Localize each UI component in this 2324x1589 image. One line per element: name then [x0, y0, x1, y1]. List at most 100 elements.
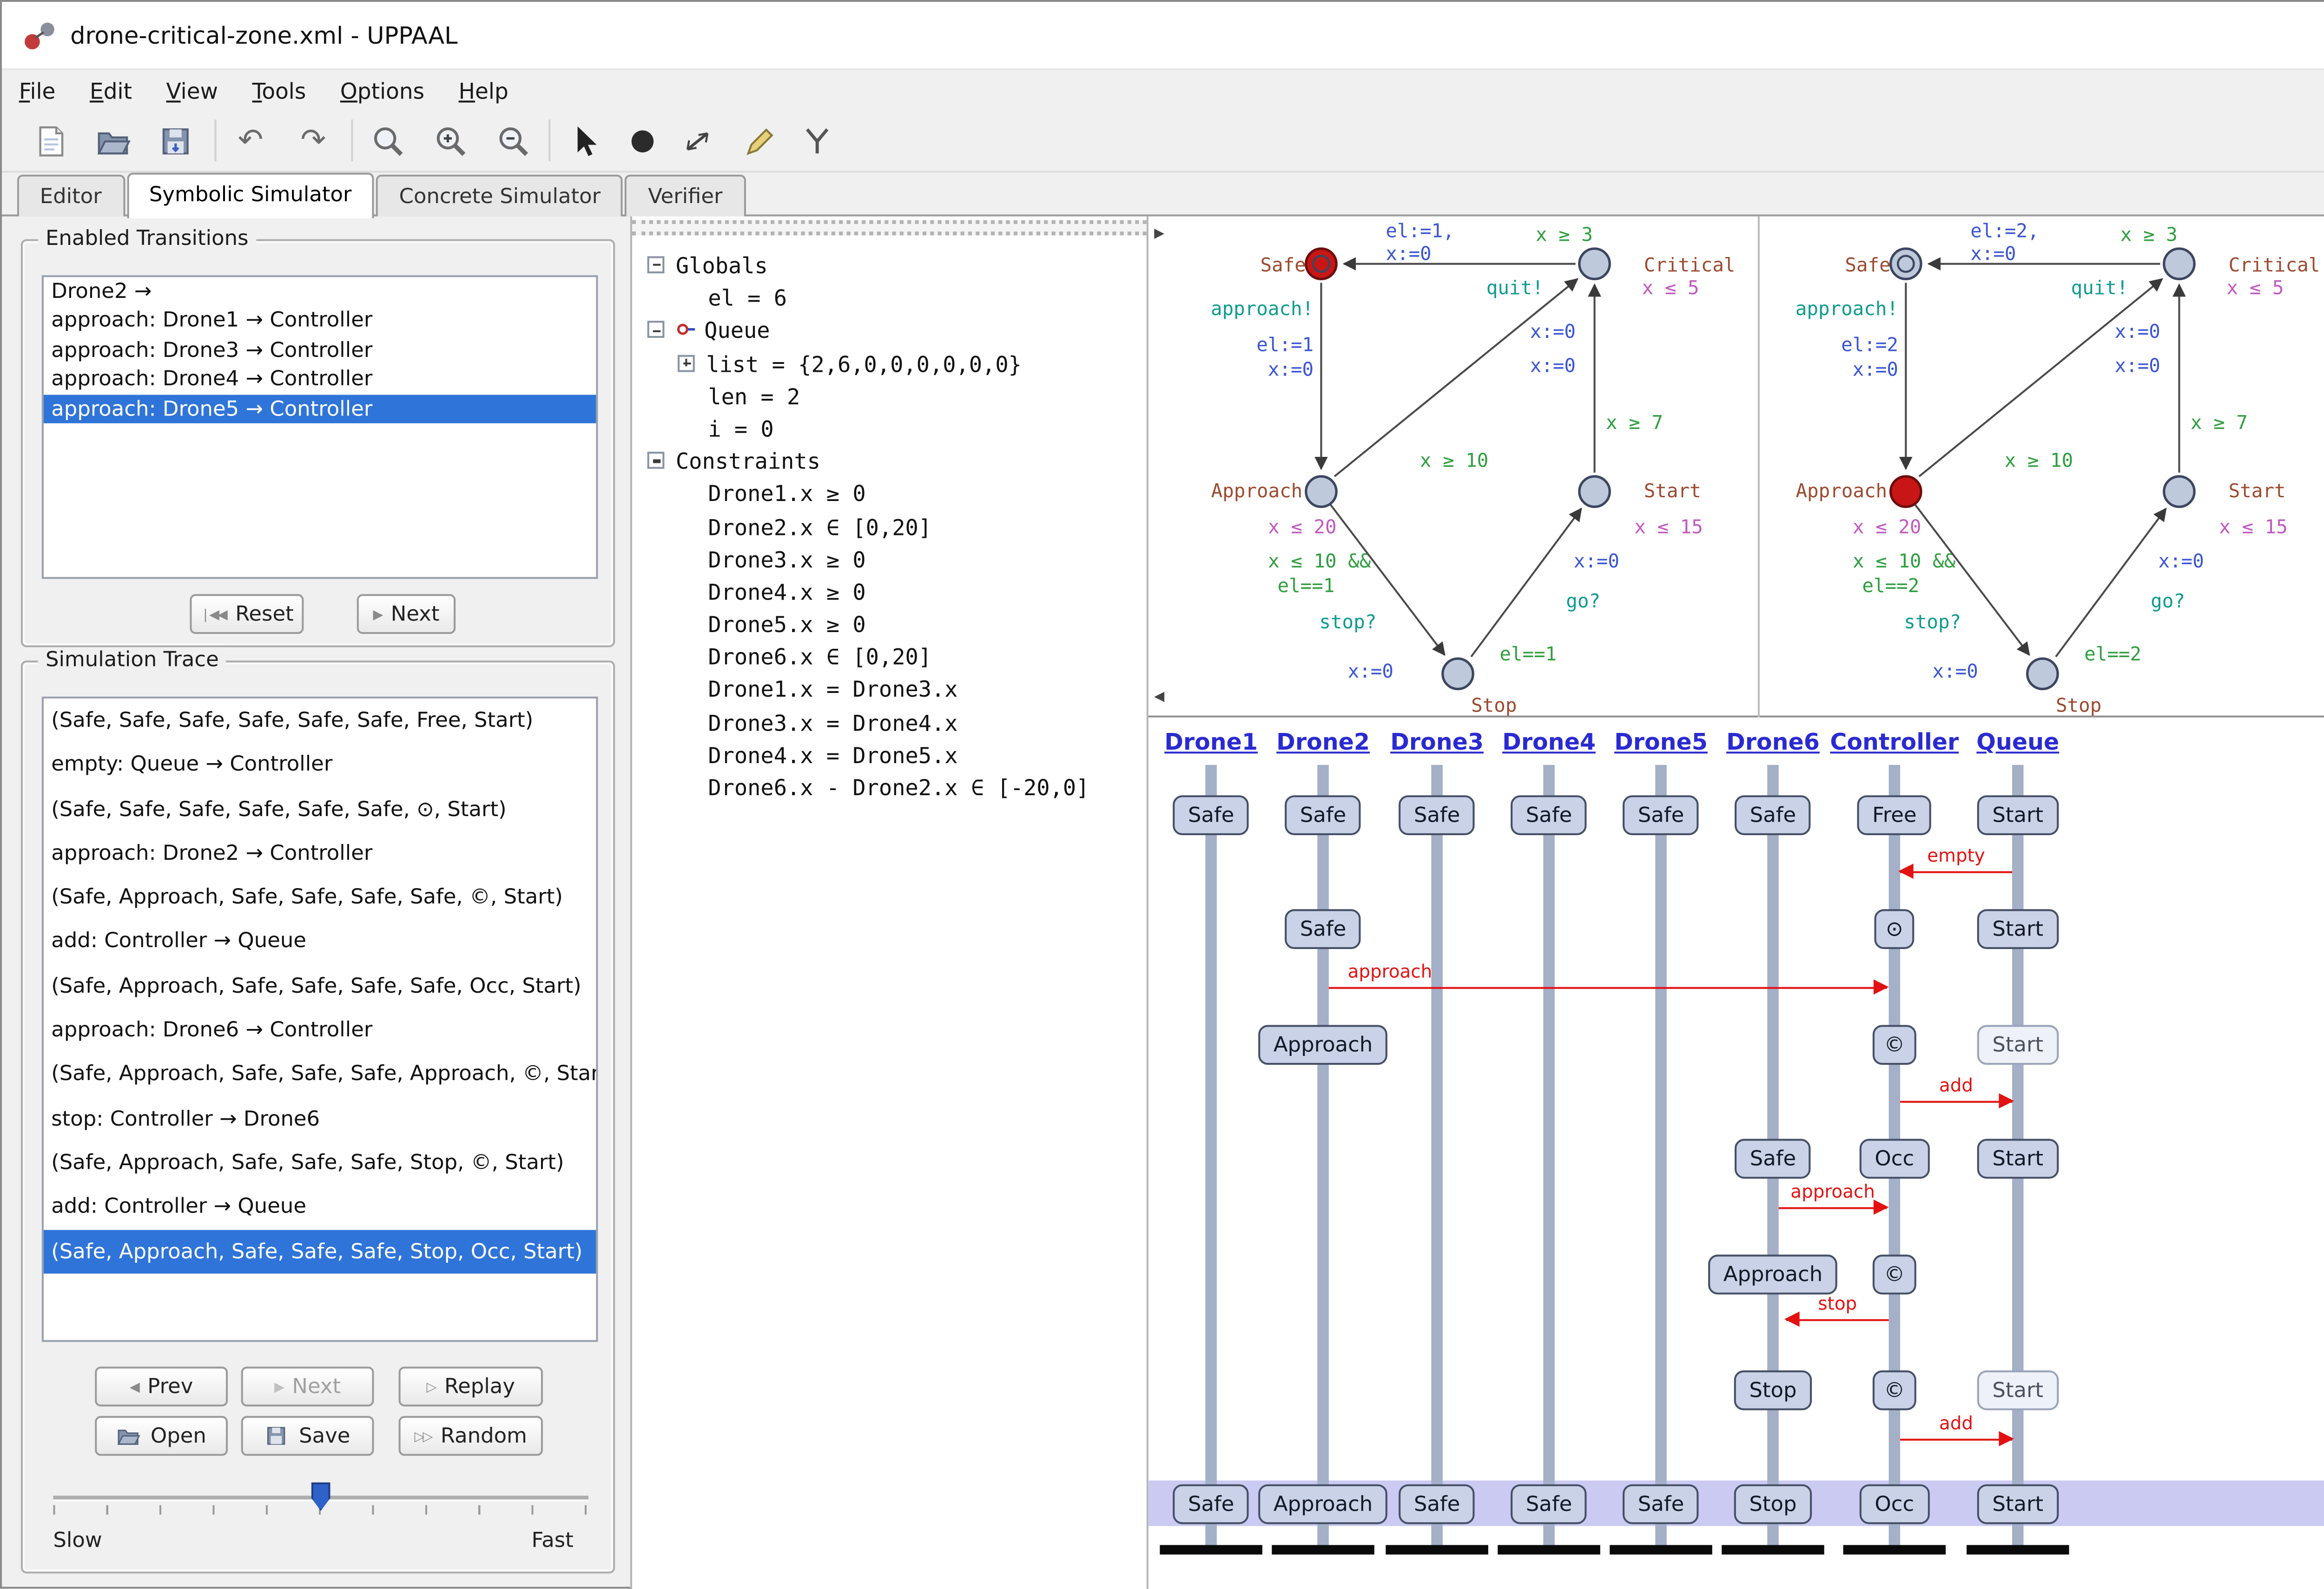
constraint-row[interactable]: Drone3.x ≥ 0	[636, 544, 1142, 577]
menu-tools[interactable]: Tools	[235, 72, 323, 112]
msc-state-box[interactable]: Start	[1977, 909, 2059, 949]
msc-state-box[interactable]: ©	[1873, 1255, 1916, 1295]
msc-state-box[interactable]: Start	[1977, 795, 2059, 836]
msc-state-box[interactable]: ©	[1873, 1025, 1916, 1065]
msc-column-header[interactable]: Drone4	[1502, 729, 1596, 755]
new-file-button[interactable]	[25, 116, 74, 165]
tab-editor[interactable]: Editor	[17, 175, 125, 217]
menu-options[interactable]: Options	[323, 72, 442, 112]
msc-column-header[interactable]: Drone3	[1390, 729, 1484, 755]
trace-item[interactable]: empty: Queue → Controller	[44, 743, 596, 787]
transition-item[interactable]: approach: Drone3 → Controller	[44, 336, 596, 365]
msc-state-box[interactable]: Safe	[1285, 795, 1361, 836]
splitter-collapse-icon[interactable]: ◀	[1154, 691, 1164, 705]
automaton-drone2[interactable]: Safe Critical x ≤ 5 Approach x ≤ 20 Star…	[1758, 217, 2324, 718]
msc-state-box[interactable]: Safe	[1623, 1484, 1699, 1525]
msc-state-box[interactable]: Approach	[1258, 1025, 1388, 1065]
constraint-row[interactable]: Drone4.x = Drone5.x	[636, 740, 1142, 772]
collapse-icon[interactable]	[647, 256, 665, 273]
tree-leaf[interactable]: len = 2	[636, 381, 1142, 414]
trace-item[interactable]: (Safe, Approach, Safe, Safe, Safe, Appro…	[44, 1052, 596, 1096]
splitter-collapse-icon[interactable]: ▶	[1154, 228, 1164, 241]
msc-state-box[interactable]: Occ	[1860, 1139, 1929, 1179]
trace-item[interactable]: add: Controller → Queue	[44, 1185, 596, 1229]
msc-state-box[interactable]: Approach	[1258, 1484, 1388, 1525]
msc-column-header[interactable]: Drone6	[1726, 729, 1820, 755]
tab-symbolic-simulator[interactable]: Symbolic Simulator	[126, 173, 375, 218]
msc-state-box[interactable]: Safe	[1511, 795, 1587, 836]
tree-node-list[interactable]: list = {2,6,0,0,0,0,0,0}	[636, 349, 1142, 381]
next-button[interactable]: ▶Next	[241, 1366, 374, 1406]
constraint-row[interactable]: Drone2.x ∈ [0,20]	[636, 512, 1142, 544]
location-safe[interactable]	[1306, 249, 1336, 279]
enabled-transitions-list[interactable]: Drone2 → approach: Drone1 → Controller a…	[42, 275, 598, 579]
constraint-row[interactable]: Drone3.x = Drone4.x	[636, 707, 1142, 740]
constraint-row[interactable]: Drone1.x ≥ 0	[636, 479, 1142, 511]
location-start[interactable]	[2164, 476, 2194, 507]
msc-column-header[interactable]: Queue	[1976, 729, 2059, 755]
msc-state-box[interactable]: Stop	[1734, 1484, 1812, 1525]
msc-column-header[interactable]: Drone5	[1614, 729, 1708, 755]
trace-item[interactable]: (Safe, Approach, Safe, Safe, Safe, Safe,…	[44, 875, 596, 919]
redo-button[interactable]: ↷	[289, 116, 338, 165]
menu-edit[interactable]: Edit	[73, 72, 149, 112]
zoom-fit-button[interactable]	[363, 116, 412, 165]
msc-column-header[interactable]: Controller	[1830, 729, 1959, 755]
collapse-icon[interactable]	[647, 322, 665, 339]
msc-state-box[interactable]: Start	[1977, 1484, 2059, 1525]
tree-leaf[interactable]: el = 6	[636, 283, 1142, 316]
msc-state-box[interactable]: Start	[1977, 1139, 2059, 1179]
msc-state-box[interactable]: Safe	[1173, 795, 1249, 836]
msc-state-box[interactable]: Safe	[1623, 795, 1699, 836]
select-tool-button[interactable]	[560, 116, 609, 165]
msc-column-header[interactable]: Drone2	[1276, 729, 1370, 755]
panel-splitter[interactable]	[632, 220, 1147, 236]
transition-item[interactable]: approach: Drone4 → Controller	[44, 365, 596, 394]
save-trace-button[interactable]: Save	[241, 1416, 374, 1456]
tab-concrete-simulator[interactable]: Concrete Simulator	[376, 175, 624, 217]
pencil-tool-button[interactable]	[735, 116, 784, 165]
trace-item[interactable]: stop: Controller → Drone6	[44, 1096, 596, 1141]
open-trace-button[interactable]: Open	[95, 1416, 228, 1456]
automaton-drone1[interactable]: Safe Critical x ≤ 5 Approach x ≤ 20 Star…	[1173, 217, 1758, 718]
constraint-row[interactable]: Drone6.x - Drone2.x ∈ [-20,0]	[636, 772, 1142, 805]
zoom-in-button[interactable]	[425, 116, 475, 165]
msc-state-box[interactable]: Free	[1857, 795, 1932, 836]
trace-item[interactable]: (Safe, Approach, Safe, Safe, Safe, Stop,…	[44, 1141, 596, 1185]
transition-item[interactable]: Drone2 →	[44, 277, 596, 306]
location-stop[interactable]	[1443, 659, 1473, 689]
constraint-row[interactable]: Drone4.x ≥ 0	[636, 577, 1142, 609]
msc-state-box[interactable]: Stop	[1734, 1371, 1812, 1411]
expand-icon[interactable]	[678, 354, 695, 371]
msc-state-box[interactable]: Safe	[1285, 909, 1361, 949]
collapse-icon[interactable]	[647, 452, 665, 469]
nail-tool-button[interactable]	[792, 116, 841, 165]
open-file-button[interactable]	[87, 116, 137, 165]
trace-item[interactable]: approach: Drone6 → Controller	[44, 1008, 596, 1052]
msc-state-box[interactable]: Safe	[1735, 795, 1811, 836]
location-safe[interactable]	[1891, 249, 1921, 279]
msc-state-box[interactable]: Occ	[1860, 1484, 1929, 1525]
transition-item[interactable]: approach: Drone1 → Controller	[44, 306, 596, 336]
prev-button[interactable]: ◀Prev	[95, 1366, 228, 1406]
msc-state-box[interactable]: Safe	[1399, 1484, 1475, 1525]
location-stop[interactable]	[2027, 659, 2058, 689]
simulation-trace-list[interactable]: (Safe, Safe, Safe, Safe, Safe, Safe, Fre…	[42, 697, 598, 1342]
save-file-button[interactable]	[150, 116, 199, 165]
trace-item[interactable]: approach: Drone2 → Controller	[44, 831, 596, 875]
location-start[interactable]	[1579, 476, 1610, 507]
tree-node-constraints[interactable]: Constraints	[636, 446, 1142, 479]
trace-item[interactable]: add: Controller → Queue	[44, 920, 596, 964]
msc-state-box[interactable]: Start	[1977, 1371, 2059, 1411]
tree-node-queue[interactable]: Queue	[636, 316, 1142, 348]
trace-item[interactable]: (Safe, Approach, Safe, Safe, Safe, Safe,…	[44, 964, 596, 1008]
transition-item-selected[interactable]: approach: Drone5 → Controller	[44, 394, 596, 423]
trace-item[interactable]: (Safe, Safe, Safe, Safe, Safe, Safe, ⊙, …	[44, 787, 596, 831]
trace-item[interactable]: (Safe, Safe, Safe, Safe, Safe, Safe, Fre…	[44, 699, 596, 743]
tree-leaf[interactable]: i = 0	[636, 414, 1142, 446]
location-approach[interactable]	[1891, 476, 1921, 507]
menu-file[interactable]: File	[2, 72, 73, 112]
tree-node-globals[interactable]: Globals	[636, 251, 1142, 283]
location-critical[interactable]	[1579, 249, 1610, 279]
tab-verifier[interactable]: Verifier	[625, 175, 745, 217]
